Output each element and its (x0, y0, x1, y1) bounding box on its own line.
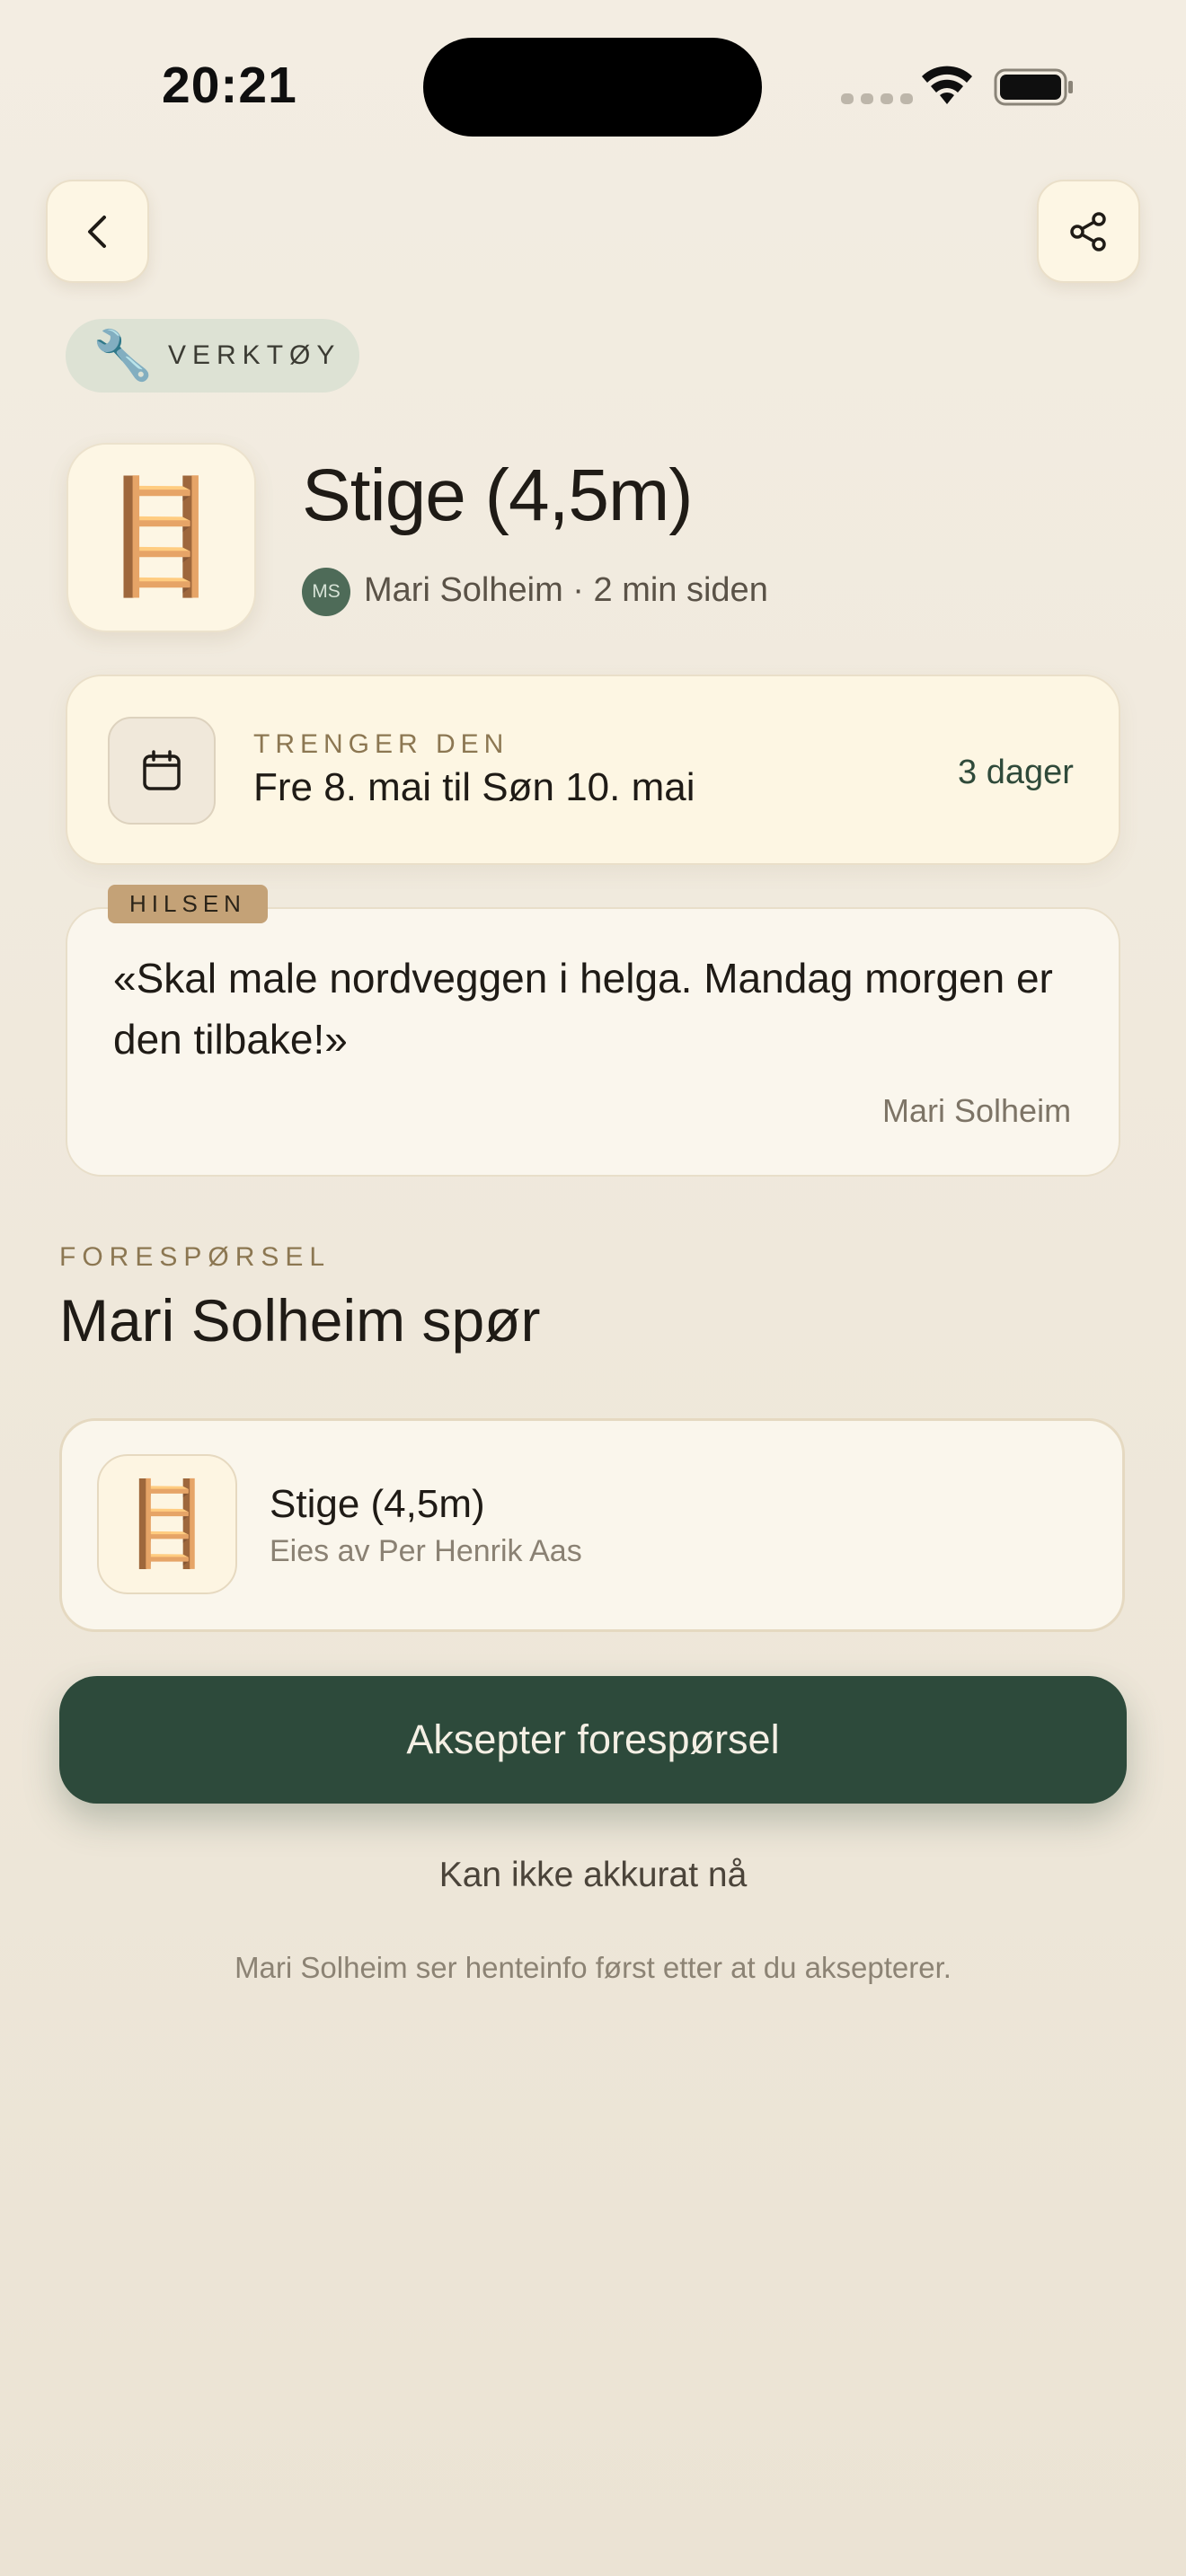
back-button[interactable] (46, 180, 149, 283)
ladder-icon: 🪜 (92, 475, 231, 599)
item-meta: Mari Solheim · 2 min siden (364, 571, 768, 609)
request-eyebrow: FORESPØRSEL (59, 1242, 332, 1272)
greeting-text: «Skal male nordveggen i helga. Mandag mo… (113, 955, 1053, 1063)
category-label: VERKTØY (168, 340, 341, 370)
request-title: Mari Solheim spør (59, 1287, 541, 1354)
request-item-thumbnail: 🪜 (97, 1454, 237, 1594)
request-item-owner: Eies av Per Henrik Aas (270, 1534, 582, 1568)
greeting-tag: HILSEN (108, 885, 268, 923)
share-button[interactable] (1037, 180, 1140, 283)
item-title: Stige (4,5m) (302, 454, 694, 536)
ladder-icon: 🪜 (115, 1478, 219, 1570)
calendar-icon-box (108, 717, 216, 825)
decline-button[interactable]: Kan ikke akkurat nå (0, 1856, 1186, 1895)
status-time: 20:21 (162, 57, 297, 114)
cellular-signal-icon (841, 93, 913, 104)
date-range: Fre 8. mai til Søn 10. mai (253, 765, 695, 809)
dynamic-island (423, 38, 762, 137)
accept-request-button[interactable]: Aksepter forespørsel (59, 1676, 1127, 1804)
footnote: Mari Solheim ser henteinfo først etter a… (235, 1951, 951, 1984)
request-item-name: Stige (4,5m) (270, 1482, 485, 1526)
wrench-icon: 🔧 (93, 328, 154, 383)
battery-icon (994, 68, 1073, 106)
wifi-icon (922, 66, 972, 104)
date-eyebrow: TRENGER DEN (253, 729, 509, 759)
greeting-signature: Mari Solheim (882, 1092, 1072, 1129)
item-thumbnail: 🪜 (66, 443, 256, 632)
date-duration: 3 dager (958, 754, 1074, 791)
category-chip[interactable]: 🔧 VERKTØY (66, 319, 359, 393)
avatar[interactable]: MS (302, 568, 350, 616)
calendar-icon (143, 750, 181, 790)
share-icon (1069, 211, 1106, 251)
chevron-left-icon (87, 215, 106, 248)
